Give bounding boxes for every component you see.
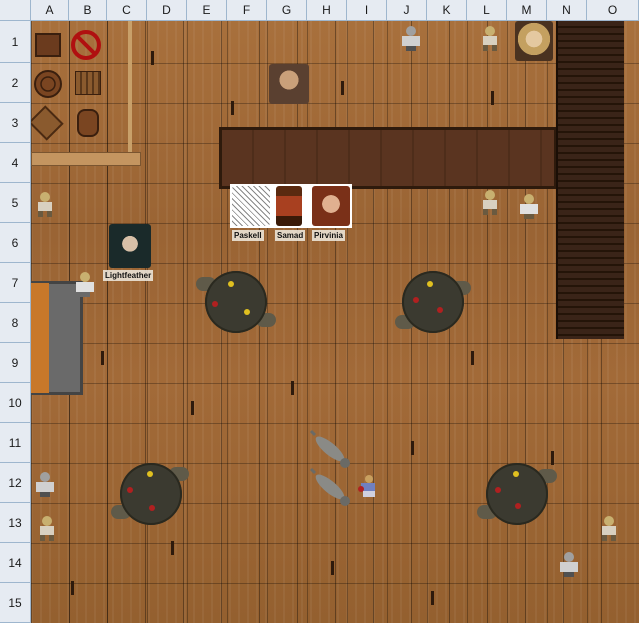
person-icon[interactable] [399, 25, 423, 51]
row-header[interactable]: 10 [0, 383, 31, 423]
lightfeather-label: Lightfeather [103, 270, 154, 281]
table-icon[interactable] [111, 459, 191, 529]
select-all-corner[interactable] [0, 0, 31, 21]
row-header[interactable]: 7 [0, 263, 31, 303]
table-icon[interactable] [196, 267, 276, 337]
table-icon[interactable] [393, 267, 473, 337]
pirvinia-label: Pirvinia [312, 230, 345, 241]
person-icon[interactable] [597, 515, 621, 541]
table-icon[interactable] [477, 459, 557, 529]
person-icon[interactable] [357, 473, 381, 499]
column-header[interactable]: L [467, 0, 507, 21]
column-header[interactable]: M [507, 0, 547, 21]
row-header[interactable]: 11 [0, 423, 31, 463]
npc-portrait[interactable] [515, 21, 553, 61]
spreadsheet: A B C D E F G H I J K L M N O 1 2 3 4 5 … [0, 0, 639, 623]
shelf-post [128, 21, 132, 161]
row-header[interactable]: 1 [0, 21, 31, 63]
person-icon[interactable] [73, 271, 97, 297]
person-icon[interactable] [478, 25, 502, 51]
row-header[interactable]: 6 [0, 223, 31, 263]
column-header[interactable]: F [227, 0, 267, 21]
wolf-icon[interactable] [307, 429, 353, 469]
pirvinia-portrait[interactable] [312, 186, 350, 226]
column-header[interactable]: C [107, 0, 147, 21]
crate-icon[interactable] [75, 71, 101, 95]
column-header[interactable]: J [387, 0, 427, 21]
row-header[interactable]: 4 [0, 143, 31, 183]
column-header[interactable]: H [307, 0, 347, 21]
crate-icon[interactable] [35, 33, 61, 57]
column-header[interactable]: N [547, 0, 587, 21]
samad-portrait[interactable] [276, 186, 302, 226]
column-header[interactable]: O [587, 0, 639, 21]
column-header[interactable]: B [69, 0, 107, 21]
hearth-fire [31, 283, 49, 393]
row-header[interactable]: 3 [0, 103, 31, 143]
row-header[interactable]: 13 [0, 503, 31, 543]
person-icon[interactable] [478, 189, 502, 215]
paskell-label: Paskell [232, 230, 264, 241]
paskell-portrait[interactable] [232, 186, 270, 226]
person-icon[interactable] [557, 551, 581, 577]
person-icon[interactable] [33, 191, 57, 217]
no-entry-icon [71, 30, 101, 60]
shelf [31, 152, 141, 166]
column-header[interactable]: E [187, 0, 227, 21]
column-header[interactable]: A [31, 0, 69, 21]
person-icon[interactable] [33, 471, 57, 497]
bar-counter[interactable] [219, 127, 557, 189]
person-icon[interactable] [517, 193, 541, 219]
party-portraits [230, 184, 352, 228]
column-header[interactable]: D [147, 0, 187, 21]
column-header[interactable]: K [427, 0, 467, 21]
row-header[interactable]: 15 [0, 583, 31, 623]
barrel-icon[interactable] [33, 69, 63, 99]
wolf-icon[interactable] [307, 467, 353, 507]
samad-label: Samad [275, 230, 306, 241]
barrel-icon[interactable] [77, 109, 99, 137]
npc-portrait[interactable] [269, 64, 309, 104]
row-header[interactable]: 12 [0, 463, 31, 503]
crate-icon[interactable] [31, 105, 64, 141]
lightfeather-portrait[interactable] [109, 224, 151, 268]
column-header[interactable]: I [347, 0, 387, 21]
column-header[interactable]: G [267, 0, 307, 21]
person-icon[interactable] [35, 515, 59, 541]
stairs [556, 21, 624, 339]
row-header[interactable]: 2 [0, 63, 31, 103]
tavern-battle-map[interactable]: Lightfeather Paskell Samad Pirvinia [31, 21, 639, 623]
row-header[interactable]: 8 [0, 303, 31, 343]
row-header[interactable]: 14 [0, 543, 31, 583]
row-header[interactable]: 5 [0, 183, 31, 223]
row-header[interactable]: 9 [0, 343, 31, 383]
